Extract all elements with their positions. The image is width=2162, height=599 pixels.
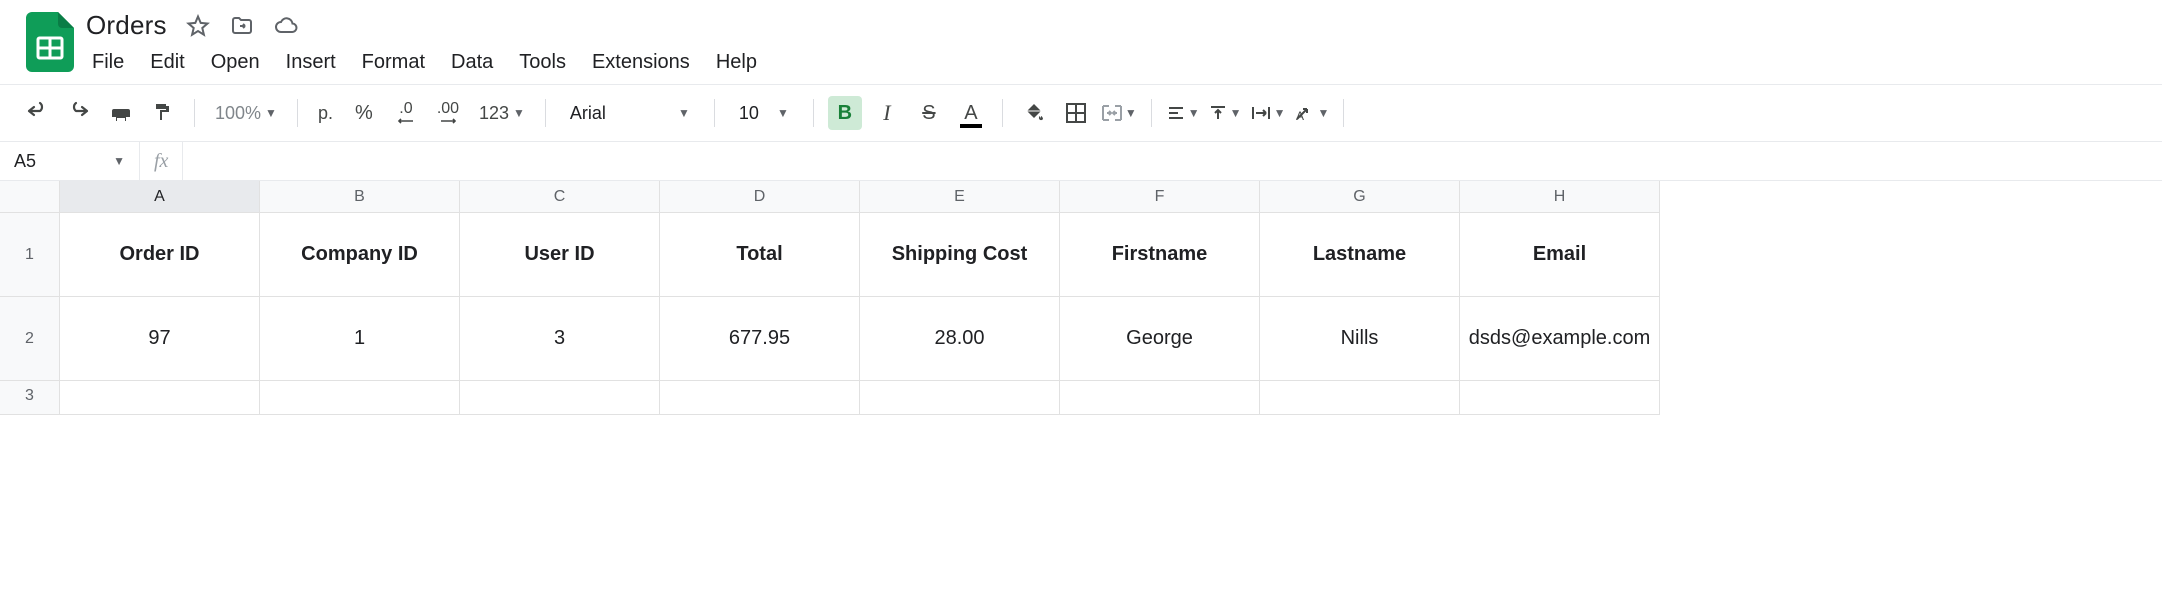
cell[interactable]: George [1060, 297, 1260, 381]
cell[interactable]: Firstname [1060, 213, 1260, 297]
decrease-decimal-button[interactable]: .0 [389, 96, 423, 130]
cell[interactable]: Nills [1260, 297, 1460, 381]
cell[interactable]: Email [1460, 213, 1660, 297]
chevron-down-icon: ▼ [513, 106, 525, 120]
wrap-button[interactable]: ▼ [1250, 96, 1286, 130]
text-color-button[interactable]: A [954, 96, 988, 130]
borders-button[interactable] [1059, 96, 1093, 130]
sheets-logo[interactable] [20, 12, 80, 72]
move-to-folder-icon[interactable] [229, 13, 255, 39]
percent-button[interactable]: % [347, 96, 381, 130]
fill-color-button[interactable] [1017, 96, 1051, 130]
menu-insert[interactable]: Insert [286, 51, 336, 74]
row-header-3[interactable]: 3 [0, 381, 60, 415]
formula-input[interactable] [183, 142, 2162, 180]
currency-button[interactable]: р. [312, 96, 339, 130]
cell[interactable]: Total [660, 213, 860, 297]
cell[interactable]: Shipping Cost [860, 213, 1060, 297]
col-header-G[interactable]: G [1260, 181, 1460, 213]
cell[interactable] [460, 381, 660, 415]
cell[interactable] [1460, 381, 1660, 415]
name-box[interactable]: A5 ▼ [0, 142, 140, 180]
menu-tools[interactable]: Tools [519, 51, 566, 74]
chevron-down-icon: ▼ [265, 106, 277, 120]
cell[interactable]: 3 [460, 297, 660, 381]
fx-icon: fx [140, 142, 183, 180]
h-align-button[interactable]: ▼ [1166, 96, 1200, 130]
cell[interactable] [660, 381, 860, 415]
chevron-down-icon: ▼ [1230, 106, 1242, 120]
row-header-2[interactable]: 2 [0, 297, 60, 381]
font-size-value: 10 [739, 103, 759, 124]
font-name: Arial [570, 103, 606, 124]
number-format-dropdown[interactable]: 123 ▼ [473, 103, 531, 124]
menu-format[interactable]: Format [362, 51, 425, 74]
svg-text:A: A [1296, 109, 1304, 123]
chevron-down-icon: ▼ [113, 154, 125, 168]
cell[interactable]: Company ID [260, 213, 460, 297]
redo-button[interactable] [62, 96, 96, 130]
select-all-corner[interactable] [0, 181, 60, 213]
merge-cells-button[interactable]: ▼ [1101, 96, 1137, 130]
cell[interactable]: Lastname [1260, 213, 1460, 297]
rotate-button[interactable]: A ▼ [1293, 96, 1329, 130]
paint-format-button[interactable] [146, 96, 180, 130]
toolbar: 100% ▼ р. % .0 .00 123 ▼ Arial ▼ 10 ▼ B … [0, 85, 2162, 141]
menu-open[interactable]: Open [211, 51, 260, 74]
col-header-F[interactable]: F [1060, 181, 1260, 213]
increase-decimal-button[interactable]: .00 [431, 96, 465, 130]
cell[interactable] [1260, 381, 1460, 415]
font-size-dropdown[interactable]: 10 ▼ [729, 103, 799, 124]
cell[interactable]: 677.95 [660, 297, 860, 381]
cell[interactable]: User ID [460, 213, 660, 297]
spreadsheet-grid[interactable]: A B C D E F G H 1 Order ID Company ID Us… [0, 181, 2162, 415]
chevron-down-icon: ▼ [1188, 106, 1200, 120]
col-header-H[interactable]: H [1460, 181, 1660, 213]
menu-help[interactable]: Help [716, 51, 757, 74]
cell[interactable]: dsds@example.com [1460, 297, 1660, 381]
cell[interactable] [1060, 381, 1260, 415]
cell[interactable]: 1 [260, 297, 460, 381]
menu-data[interactable]: Data [451, 51, 493, 74]
menu-file[interactable]: File [92, 51, 124, 74]
menu-extensions[interactable]: Extensions [592, 51, 690, 74]
cell[interactable]: 97 [60, 297, 260, 381]
col-header-D[interactable]: D [660, 181, 860, 213]
chevron-down-icon: ▼ [777, 106, 789, 120]
chevron-down-icon: ▼ [1317, 106, 1329, 120]
row-header-1[interactable]: 1 [0, 213, 60, 297]
menu-edit[interactable]: Edit [150, 51, 184, 74]
chevron-down-icon: ▼ [678, 106, 690, 120]
v-align-button[interactable]: ▼ [1208, 96, 1242, 130]
italic-button[interactable]: I [870, 96, 904, 130]
name-box-value: A5 [14, 151, 36, 172]
cell[interactable] [860, 381, 1060, 415]
cell[interactable] [60, 381, 260, 415]
cell[interactable]: 28.00 [860, 297, 1060, 381]
star-icon[interactable] [185, 13, 211, 39]
formula-bar: A5 ▼ fx [0, 141, 2162, 181]
document-title[interactable]: Orders [86, 10, 167, 41]
strikethrough-button[interactable]: S [912, 96, 946, 130]
font-dropdown[interactable]: Arial ▼ [560, 103, 700, 124]
zoom-dropdown[interactable]: 100% ▼ [209, 103, 283, 124]
col-header-A[interactable]: A [60, 181, 260, 213]
chevron-down-icon: ▼ [1274, 106, 1286, 120]
app-header: Orders File Edit Open Insert Format Data… [0, 0, 2162, 84]
undo-button[interactable] [20, 96, 54, 130]
bold-button[interactable]: B [828, 96, 862, 130]
zoom-value: 100% [215, 103, 261, 124]
col-header-C[interactable]: C [460, 181, 660, 213]
menu-bar: File Edit Open Insert Format Data Tools … [86, 41, 757, 84]
cloud-status-icon[interactable] [273, 13, 299, 39]
cell[interactable] [260, 381, 460, 415]
chevron-down-icon: ▼ [1125, 106, 1137, 120]
col-header-E[interactable]: E [860, 181, 1060, 213]
col-header-B[interactable]: B [260, 181, 460, 213]
print-button[interactable] [104, 96, 138, 130]
cell[interactable]: Order ID [60, 213, 260, 297]
